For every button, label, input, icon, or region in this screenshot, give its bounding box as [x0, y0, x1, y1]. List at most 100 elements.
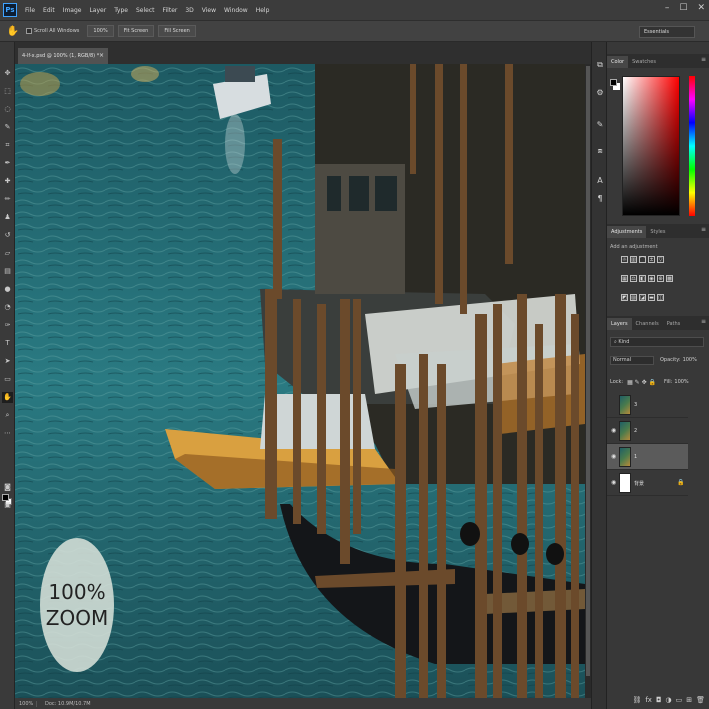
- menu-file[interactable]: File: [21, 7, 39, 14]
- fit-screen-button[interactable]: Fit Screen: [117, 25, 155, 37]
- add-mask-icon[interactable]: ◘: [656, 696, 662, 704]
- fill-input[interactable]: 100%: [674, 379, 688, 385]
- clone-source-icon[interactable]: ⧈: [595, 146, 605, 156]
- status-zoom[interactable]: 100%: [15, 700, 37, 707]
- layer-name[interactable]: 2: [634, 428, 637, 434]
- document-tab[interactable]: 4-lf-x.psd @ 100% (1, RGB/8) * ×: [18, 48, 108, 64]
- layer-row-background[interactable]: ◉ 背景 🔒: [607, 470, 688, 496]
- quick-select-tool-icon[interactable]: ✎: [2, 122, 13, 133]
- tab-channels[interactable]: Channels: [632, 318, 663, 330]
- menu-3d[interactable]: 3D: [181, 7, 197, 14]
- eye-icon[interactable]: ◉: [611, 427, 616, 434]
- layer-style-icon[interactable]: fx: [645, 696, 652, 704]
- checkbox-box[interactable]: [26, 28, 32, 34]
- brightness-icon[interactable]: ☼: [621, 256, 628, 263]
- menu-layer[interactable]: Layer: [85, 7, 110, 14]
- color-balance-icon[interactable]: ⚖: [630, 275, 637, 282]
- gradient-tool-icon[interactable]: ▤: [2, 266, 13, 277]
- layer-row-2[interactable]: ◉ 2: [607, 418, 688, 444]
- curves-icon[interactable]: ⌒: [639, 256, 646, 263]
- layer-row-1[interactable]: ◉ 1: [607, 444, 688, 470]
- selective-color-icon[interactable]: ◫: [657, 294, 664, 301]
- scrollbar-thumb[interactable]: [586, 66, 590, 676]
- eyedropper-tool-icon[interactable]: ✒: [2, 158, 13, 169]
- layer-filter-select[interactable]: ⌕ Kind: [610, 337, 704, 347]
- layer-name[interactable]: 背景: [634, 480, 644, 487]
- menu-view[interactable]: View: [198, 7, 220, 14]
- photo-filter-icon[interactable]: ◉: [648, 275, 655, 282]
- quick-mask-icon[interactable]: ◙: [2, 482, 13, 493]
- exposure-icon[interactable]: ±: [648, 256, 655, 263]
- new-adjustment-icon[interactable]: ◑: [666, 696, 672, 704]
- marquee-tool-icon[interactable]: ⬚: [2, 86, 13, 97]
- workspace-select[interactable]: Essentials: [639, 26, 695, 38]
- zoom-tool-icon[interactable]: ⌕: [2, 410, 13, 421]
- brush-presets-icon[interactable]: ✎: [595, 120, 605, 130]
- menu-edit[interactable]: Edit: [39, 7, 59, 14]
- color-lookup-icon[interactable]: ▩: [666, 275, 673, 282]
- blend-mode-select[interactable]: Normal: [610, 355, 654, 365]
- pen-tool-icon[interactable]: ✑: [2, 320, 13, 331]
- foreground-color-swatch[interactable]: [2, 494, 9, 501]
- threshold-icon[interactable]: ◪: [639, 294, 646, 301]
- menu-image[interactable]: Image: [59, 7, 86, 14]
- lock-pixels-icon[interactable]: ▦ ✎ ✥ 🔒: [627, 379, 656, 386]
- menu-help[interactable]: Help: [252, 7, 274, 14]
- color-panel-menu-icon[interactable]: ≡: [701, 56, 706, 63]
- menu-window[interactable]: Window: [220, 7, 252, 14]
- screen-mode-icon[interactable]: ▣: [2, 500, 13, 511]
- minimize-button[interactable]: –: [665, 3, 670, 13]
- posterize-icon[interactable]: ▨: [630, 294, 637, 301]
- menu-type[interactable]: Type: [110, 7, 132, 14]
- channel-mixer-icon[interactable]: ⊕: [657, 275, 664, 282]
- hue-slider[interactable]: [689, 76, 695, 216]
- character-icon[interactable]: A: [595, 176, 605, 186]
- new-layer-icon[interactable]: ⊞: [686, 696, 692, 704]
- layers-panel-menu-icon[interactable]: ≡: [701, 318, 706, 325]
- adjustments-panel-menu-icon[interactable]: ≡: [701, 226, 706, 233]
- layer-row-3[interactable]: 3: [607, 392, 688, 418]
- invert-icon[interactable]: ◩: [621, 294, 628, 301]
- tab-swatches[interactable]: Swatches: [628, 56, 660, 68]
- eye-icon[interactable]: ◉: [611, 453, 616, 460]
- black-white-icon[interactable]: ◧: [639, 275, 646, 282]
- menu-select[interactable]: Select: [132, 7, 159, 14]
- clone-stamp-tool-icon[interactable]: ♟: [2, 212, 13, 223]
- tab-color[interactable]: Color: [607, 56, 629, 68]
- opacity-input[interactable]: 100%: [683, 357, 697, 363]
- move-tool-icon[interactable]: ✥: [2, 68, 13, 79]
- history-icon[interactable]: ⧉: [595, 60, 605, 70]
- lasso-tool-icon[interactable]: ◌: [2, 104, 13, 115]
- fill-screen-button[interactable]: Fill Screen: [158, 25, 196, 37]
- blur-tool-icon[interactable]: ●: [2, 284, 13, 295]
- new-group-icon[interactable]: ▭: [676, 696, 683, 704]
- path-select-tool-icon[interactable]: ➤: [2, 356, 13, 367]
- tab-adjustments[interactable]: Adjustments: [607, 226, 647, 238]
- paragraph-icon[interactable]: ¶: [595, 194, 605, 204]
- restore-button[interactable]: ☐: [679, 3, 687, 13]
- more-tools-icon[interactable]: ⋯: [2, 428, 13, 439]
- zoom-100-button[interactable]: 100%: [87, 25, 114, 37]
- hand-icon[interactable]: ✋: [6, 24, 20, 38]
- vibrance-icon[interactable]: ▽: [657, 256, 664, 263]
- properties-icon[interactable]: ⚙: [595, 88, 605, 98]
- color-picker-field[interactable]: [622, 76, 680, 216]
- hand-tool-icon[interactable]: ✋: [2, 392, 13, 403]
- levels-icon[interactable]: ▥: [630, 256, 637, 263]
- close-window-button[interactable]: ✕: [697, 3, 705, 13]
- tab-styles[interactable]: Styles: [646, 226, 669, 238]
- layer-name[interactable]: 3: [634, 402, 637, 408]
- dodge-tool-icon[interactable]: ◔: [2, 302, 13, 313]
- eye-icon[interactable]: ◉: [611, 479, 616, 486]
- color-panel-foreground[interactable]: [610, 79, 617, 86]
- scroll-all-windows-checkbox[interactable]: Scroll All Windows: [26, 28, 79, 34]
- delete-layer-icon[interactable]: 🗑: [696, 696, 705, 704]
- gradient-map-icon[interactable]: ▬: [648, 294, 655, 301]
- link-layers-icon[interactable]: ⛓: [632, 696, 641, 704]
- rectangle-tool-icon[interactable]: ▭: [2, 374, 13, 385]
- brush-tool-icon[interactable]: ✏: [2, 194, 13, 205]
- type-tool-icon[interactable]: T: [2, 338, 13, 349]
- close-document-icon[interactable]: ×: [99, 52, 104, 59]
- menu-filter[interactable]: Filter: [159, 7, 182, 14]
- crop-tool-icon[interactable]: ⌗: [2, 140, 13, 151]
